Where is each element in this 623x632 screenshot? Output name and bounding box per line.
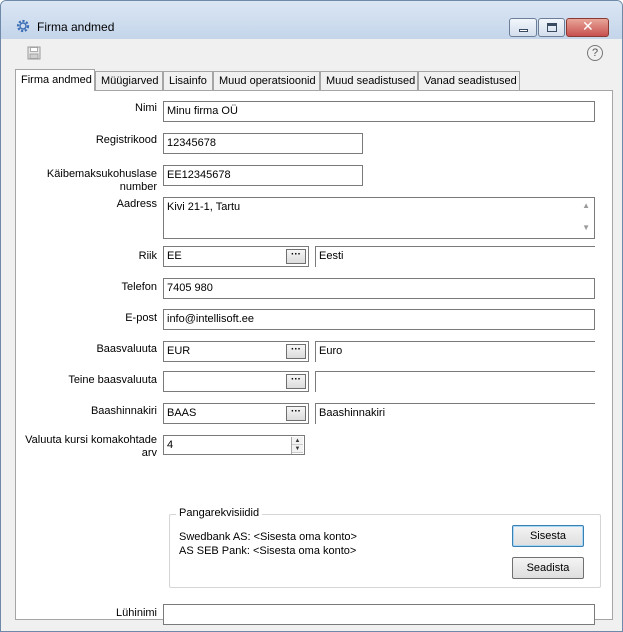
tab-muud-seadistused[interactable]: Muud seadistused bbox=[320, 71, 418, 90]
setup-bank-button[interactable]: Seadista bbox=[512, 557, 584, 579]
second-currency-label: Teine baasvaluuta bbox=[68, 374, 157, 386]
minimize-button[interactable] bbox=[509, 18, 537, 37]
stepper-down-icon[interactable]: ▼ bbox=[292, 445, 303, 453]
country-name-field: Eesti bbox=[315, 246, 595, 267]
help-icon[interactable]: ? bbox=[587, 45, 603, 61]
phone-label: Telefon bbox=[121, 281, 157, 293]
title-bar[interactable]: Firma andmed ✕ bbox=[1, 1, 622, 39]
tab-lisainfo[interactable]: Lisainfo bbox=[163, 71, 213, 90]
tab-firma-andmed[interactable]: Firma andmed bbox=[15, 69, 95, 91]
regcode-label: Registrikood bbox=[95, 134, 157, 146]
base-pricelist-lookup-button[interactable]: ··· bbox=[286, 406, 306, 421]
enter-account-button[interactable]: Sisesta bbox=[512, 525, 584, 547]
base-pricelist-name: Baashinnakiri bbox=[315, 403, 595, 424]
second-currency-lookup-button[interactable]: ··· bbox=[286, 374, 306, 389]
scroll-up-icon[interactable]: ▲ bbox=[582, 201, 590, 210]
country-code-field[interactable]: EE ··· bbox=[163, 246, 309, 267]
phone-field[interactable]: 7405 980 bbox=[163, 278, 595, 299]
email-field[interactable]: info@intellisoft.ee bbox=[163, 309, 595, 330]
scroll-down-icon[interactable]: ▼ bbox=[582, 223, 590, 232]
tab-vanad-seadistused[interactable]: Vanad seadistused bbox=[418, 71, 520, 90]
second-currency-field[interactable]: ··· bbox=[163, 371, 309, 392]
short-name-label: Lühinimi bbox=[116, 607, 157, 619]
base-currency-lookup-button[interactable]: ··· bbox=[286, 344, 306, 359]
close-button[interactable]: ✕ bbox=[566, 18, 609, 37]
bank-line-swedbank: Swedbank AS: <Sisesta oma konto> bbox=[179, 531, 357, 543]
name-field[interactable]: Minu firma OÜ bbox=[163, 101, 595, 122]
decimals-value: 4 bbox=[167, 439, 174, 451]
decimals-label: Valuuta kursi komakohtade arv bbox=[25, 434, 157, 459]
maximize-button[interactable] bbox=[538, 18, 565, 37]
stepper-up-icon[interactable]: ▲ bbox=[292, 437, 303, 445]
minimize-icon bbox=[519, 29, 528, 32]
base-pricelist-code: BAAS bbox=[167, 407, 197, 419]
address-label: Aadress bbox=[116, 198, 157, 210]
short-name-field[interactable] bbox=[163, 604, 595, 625]
base-pricelist-field[interactable]: BAAS ··· bbox=[163, 403, 309, 424]
base-currency-label: Baasvaluuta bbox=[96, 343, 157, 355]
close-icon: ✕ bbox=[582, 19, 594, 35]
address-value: Kivi 21-1, Tartu bbox=[167, 201, 241, 213]
country-lookup-button[interactable]: ··· bbox=[286, 249, 306, 264]
name-label: Nimi bbox=[135, 102, 157, 114]
window-title: Firma andmed bbox=[37, 20, 115, 34]
base-currency-field[interactable]: EUR ··· bbox=[163, 341, 309, 362]
tab-panel: Nimi Minu firma OÜ Registrikood 12345678… bbox=[15, 90, 613, 625]
vat-field[interactable]: EE12345678 bbox=[163, 165, 363, 186]
email-label: E-post bbox=[125, 312, 157, 324]
tab-muud-operatsioonid[interactable]: Muud operatsioonid bbox=[213, 71, 320, 90]
bank-line-seb: AS SEB Pank: <Sisesta oma konto> bbox=[179, 545, 357, 557]
country-code-value: EE bbox=[167, 250, 182, 262]
base-currency-code: EUR bbox=[167, 345, 191, 357]
country-label: Riik bbox=[138, 250, 157, 262]
tab-muugiarved[interactable]: Müügiarved bbox=[95, 71, 163, 90]
regcode-field[interactable]: 12345678 bbox=[163, 133, 363, 154]
bank-details-title: Pangarekvisiidid bbox=[176, 507, 263, 519]
base-currency-name: Euro bbox=[315, 341, 595, 362]
save-icon[interactable] bbox=[27, 46, 41, 60]
vat-label: Käibemaksukohuslase number bbox=[46, 168, 157, 193]
base-pricelist-label: Baashinnakiri bbox=[90, 405, 157, 417]
second-currency-name bbox=[315, 371, 595, 392]
maximize-icon bbox=[547, 23, 557, 32]
decimals-stepper[interactable]: ▲ ▼ bbox=[291, 437, 303, 454]
decimals-field[interactable]: 4 ▲ ▼ bbox=[163, 435, 305, 455]
window-client: ? Firma andmed Müügiarved Lisainfo Muud … bbox=[9, 39, 614, 625]
app-window: Firma andmed ✕ ? Firma andmed Müügiarved… bbox=[0, 0, 623, 632]
gear-icon bbox=[16, 19, 30, 33]
address-field[interactable]: Kivi 21-1, Tartu ▲ ▼ bbox=[163, 197, 595, 239]
